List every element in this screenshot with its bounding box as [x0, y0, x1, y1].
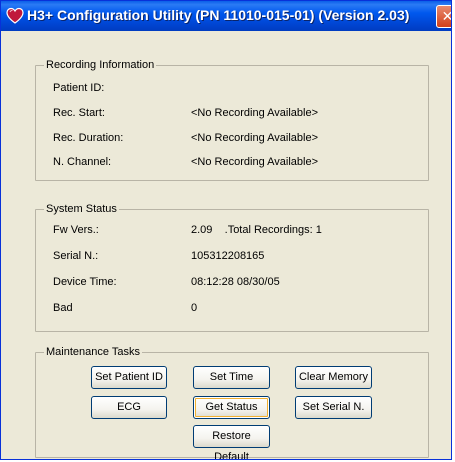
bad-value: 0: [191, 302, 198, 314]
recording-information-legend: Recording Information: [44, 58, 157, 72]
get-status-button[interactable]: Get Status: [193, 396, 270, 419]
close-button[interactable]: ✕: [436, 5, 451, 28]
n-channel-value: <No Recording Available>: [191, 156, 318, 168]
maintenance-tasks-legend: Maintenance Tasks: [44, 345, 142, 359]
close-icon: ✕: [442, 8, 451, 24]
rec-duration-label: Rec. Duration:: [53, 132, 124, 144]
heart-icon[interactable]: [6, 7, 24, 25]
serial-number-label: Serial N.:: [53, 250, 99, 262]
title-bar[interactable]: H3+ Configuration Utility (PN 11010-015-…: [1, 1, 451, 31]
n-channel-label: N. Channel:: [53, 156, 112, 168]
set-serial-button[interactable]: Set Serial N.: [295, 396, 372, 419]
ecg-button[interactable]: ECG: [91, 396, 167, 419]
window-title: H3+ Configuration Utility (PN 11010-015-…: [27, 7, 410, 23]
fw-version-value: 2.09 .Total Recordings: 1: [191, 224, 322, 236]
rec-start-value: <No Recording Available>: [191, 107, 318, 119]
bad-label: Bad: [53, 302, 73, 314]
rec-duration-value: <No Recording Available>: [191, 132, 318, 144]
serial-number-value: 105312208165: [191, 250, 265, 262]
set-time-button[interactable]: Set Time: [193, 366, 270, 389]
set-patient-id-button[interactable]: Set Patient ID: [91, 366, 167, 389]
system-status-legend: System Status: [44, 202, 119, 216]
rec-start-label: Rec. Start:: [53, 107, 105, 119]
device-time-label: Device Time:: [53, 276, 117, 288]
restore-default-button[interactable]: Restore Default: [193, 425, 270, 459]
fw-version-label: Fw Vers.:: [53, 224, 99, 236]
configuration-window: H3+ Configuration Utility (PN 11010-015-…: [0, 0, 452, 460]
clear-memory-button[interactable]: Clear Memory: [295, 366, 372, 389]
device-time-value: 08:12:28 08/30/05: [191, 276, 280, 288]
patient-id-label: Patient ID:: [53, 82, 105, 94]
